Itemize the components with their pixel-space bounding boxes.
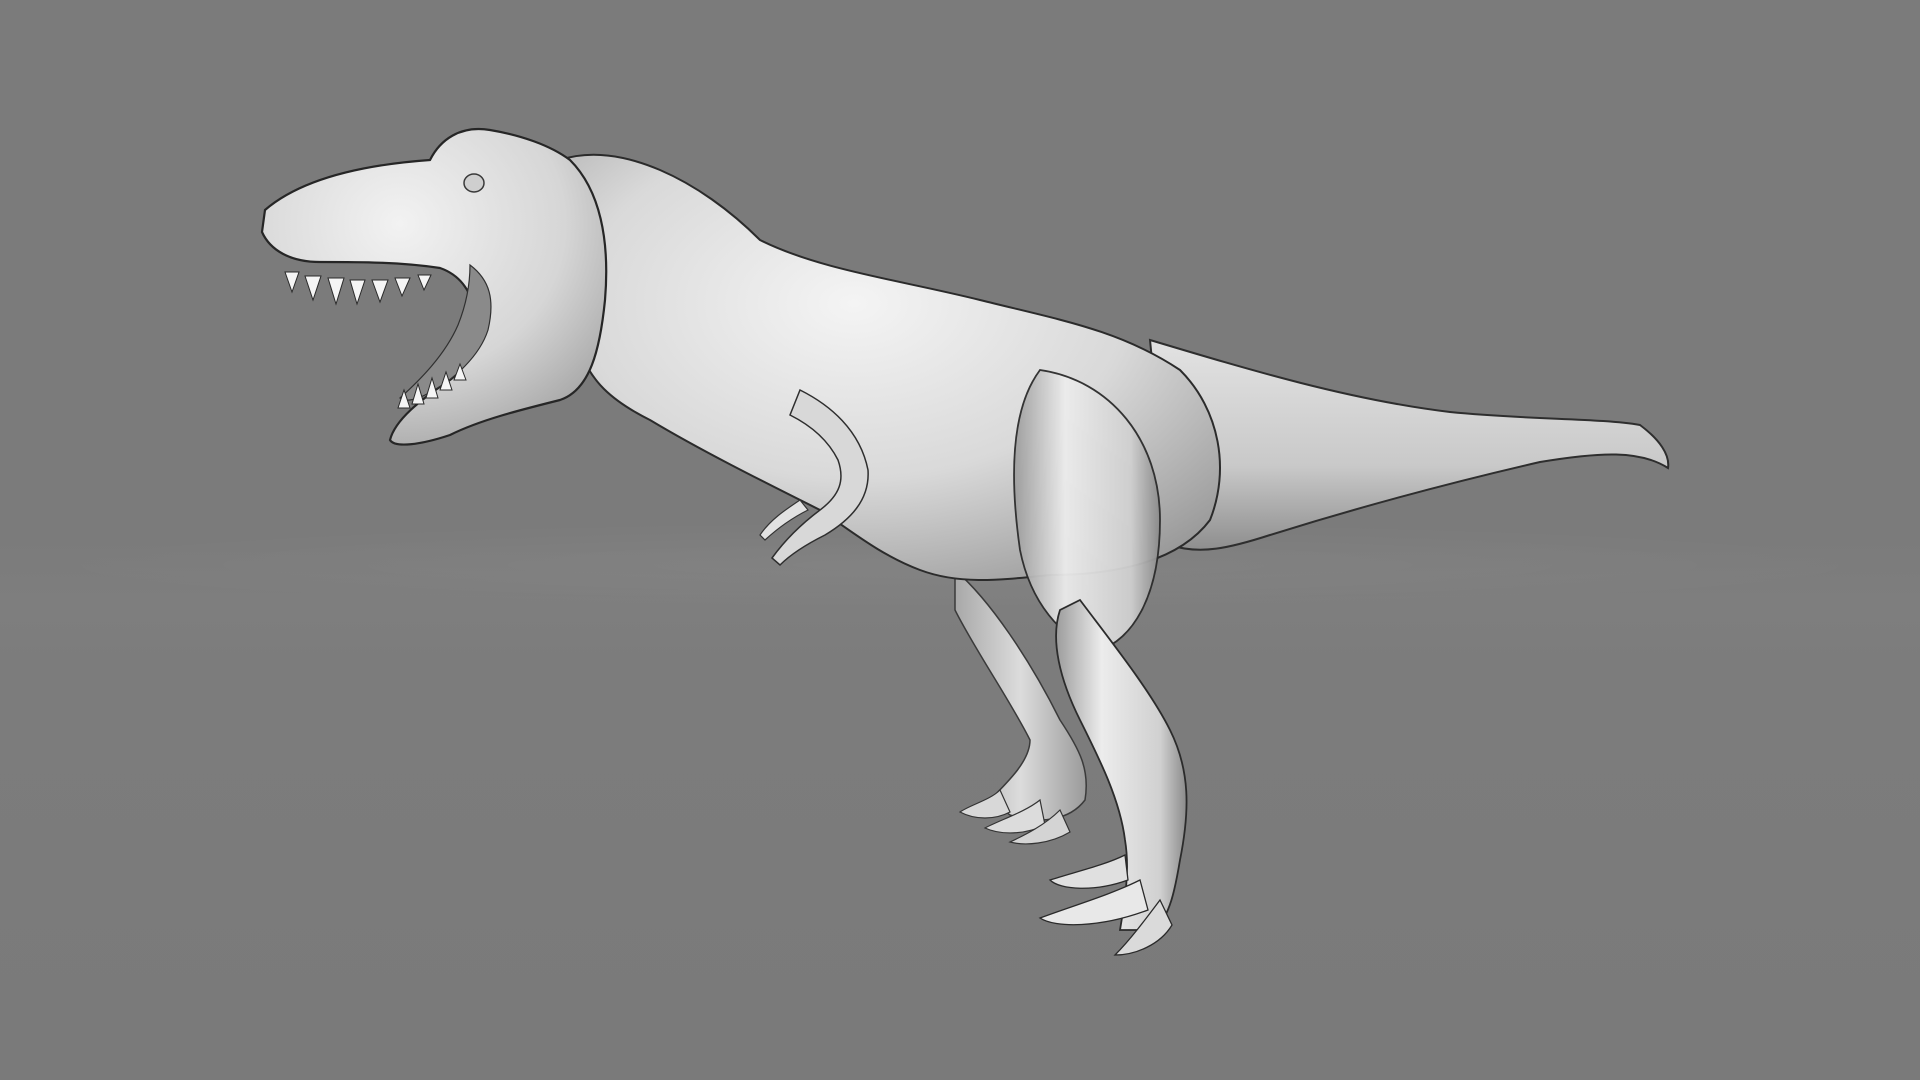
render-viewport (0, 0, 1920, 1080)
eye (463, 173, 485, 193)
tail (1148, 338, 1670, 551)
torso (552, 153, 1221, 651)
t-rex-model (260, 127, 1670, 956)
upper-teeth (284, 271, 432, 306)
head (260, 127, 608, 446)
